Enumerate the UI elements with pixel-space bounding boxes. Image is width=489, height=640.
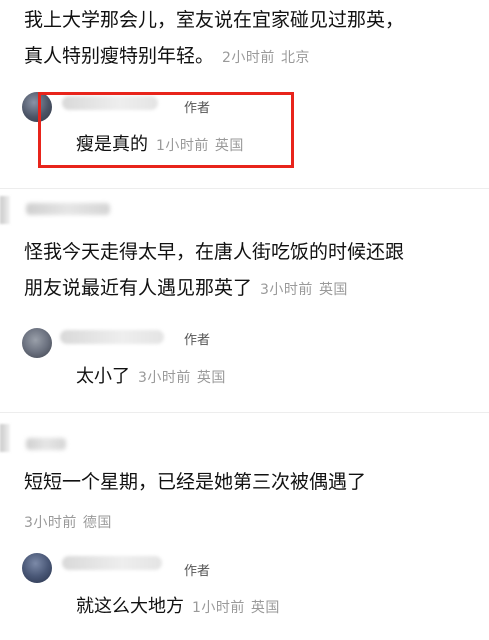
comment-location: 英国 — [318, 282, 348, 298]
reply-content: 太小了 — [76, 366, 130, 387]
author-tag: 作者 — [184, 333, 211, 348]
reply-time: 1小时前 — [192, 600, 245, 616]
reply-location: 英国 — [196, 370, 226, 386]
blurred-username[interactable] — [26, 203, 110, 215]
user-avatar-icon[interactable] — [0, 196, 10, 224]
comment-text-line: 朋友说最近有人遇见那英了 3小时前 英国 — [24, 272, 348, 306]
comment-text-line: 怪我今天走得太早，在唐人街吃饭的时候还跟 — [24, 241, 405, 263]
reply-text: 太小了 3小时前 英国 — [76, 362, 226, 388]
blurred-username[interactable] — [62, 556, 162, 570]
comment-meta: 3小时前 德国 — [24, 512, 112, 532]
comment-text-line: 短短一个星期，已经是她第三次被偶遇了 — [24, 471, 367, 493]
highlight-box — [38, 92, 294, 168]
author-tag: 作者 — [184, 564, 211, 579]
comment-location: 德国 — [82, 515, 112, 531]
comment-text-line: 真人特别瘦特别年轻。 2小时前 北京 — [24, 40, 310, 74]
separator — [0, 188, 489, 189]
reply-text: 就这么大地方 1小时前 英国 — [76, 592, 280, 618]
comment-time: 3小时前 — [24, 515, 77, 531]
blurred-username[interactable] — [26, 438, 66, 450]
separator — [0, 412, 489, 413]
user-avatar-icon[interactable] — [22, 553, 52, 583]
blurred-username[interactable] — [60, 330, 164, 344]
user-avatar-icon[interactable] — [0, 424, 10, 452]
comment-thread: 我上大学那会儿，室友说在宜家碰见过那英， 真人特别瘦特别年轻。 2小时前 北京 作者… — [0, 0, 489, 640]
comment-time: 3小时前 — [260, 282, 313, 298]
reply-location: 英国 — [250, 600, 280, 616]
user-avatar-icon[interactable] — [22, 328, 52, 358]
comment-location: 北京 — [280, 50, 310, 66]
reply-time: 3小时前 — [138, 370, 191, 386]
comment-text-line-2: 朋友说最近有人遇见那英了 — [24, 277, 253, 299]
reply-content: 就这么大地方 — [76, 596, 184, 617]
comment-text-line-2: 真人特别瘦特别年轻。 — [24, 45, 215, 67]
comment-time: 2小时前 — [222, 50, 275, 66]
comment-text-line: 我上大学那会儿，室友说在宜家碰见过那英， — [24, 9, 405, 31]
